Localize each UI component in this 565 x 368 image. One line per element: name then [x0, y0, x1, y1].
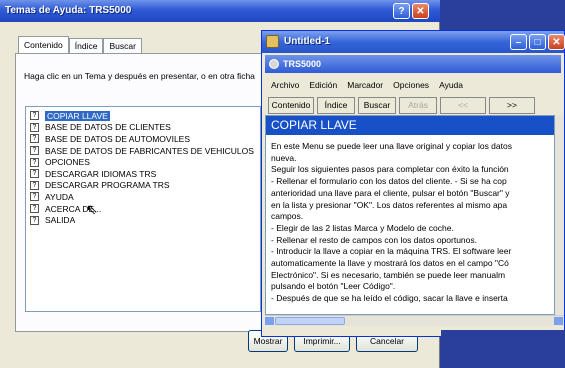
tab-contenido[interactable]: Contenido: [18, 36, 69, 54]
help-topic-icon: ?: [30, 204, 39, 214]
back-button[interactable]: Atrás: [399, 96, 437, 114]
help-content-pane: COPIAR LLAVE En este Menu se puede leer …: [265, 115, 555, 315]
maximize-button[interactable]: □: [529, 34, 546, 50]
content-line: anterioridad una llave para el cliente, …: [271, 187, 510, 198]
content-line: En este Menu se puede leer una llave ori…: [271, 141, 512, 151]
trs-logo-icon: [269, 59, 279, 69]
content-line: en la lista y presionar "OK". Los datos …: [271, 199, 508, 210]
instruction-text: Haga clic en un Tema y después en presen…: [24, 71, 255, 81]
content-line: Electrónico". Si es necesario, también s…: [271, 269, 506, 280]
app-title-bar: TRS5000: [265, 55, 561, 73]
content-line: Seguir los siguientes pasos para complet…: [271, 164, 509, 175]
close-button[interactable]: ✕: [412, 3, 429, 19]
help-topic-icon: ?: [30, 169, 39, 179]
minimize-button[interactable]: –: [510, 34, 527, 50]
topic-label: COPIAR LLAVE: [45, 110, 110, 121]
topic-label: DESCARGAR IDIOMAS TRS: [45, 168, 157, 179]
content-line: automaticamente la llave y mostrará los …: [271, 258, 509, 269]
menu-marcador[interactable]: Marcador: [347, 80, 383, 90]
previous-button[interactable]: <<: [440, 96, 486, 114]
content-line: - Elegir de las 2 listas Marca y Modelo …: [271, 222, 454, 233]
list-item[interactable]: ? BASE DE DATOS DE FABRICANTES DE VEHICUL…: [30, 145, 256, 157]
content-line: nueva.: [271, 152, 297, 163]
scroll-left-arrow-icon[interactable]: [265, 317, 274, 325]
help-topic-icon: ?: [30, 146, 39, 156]
contents-button[interactable]: Contenido: [268, 96, 314, 114]
help-window-title: Temas de Ayuda: TRS5000: [0, 0, 440, 22]
next-button[interactable]: >>: [489, 96, 535, 114]
index-button[interactable]: Índice: [317, 96, 355, 114]
list-item[interactable]: ? COPIAR LLAVE: [30, 110, 256, 122]
help-toolbar: Contenido Índice Buscar Atrás << >>: [265, 95, 561, 115]
list-item[interactable]: ? AYUDA: [30, 191, 256, 203]
vertical-scrollbar[interactable]: [555, 115, 564, 315]
content-title: COPIAR LLAVE: [266, 116, 554, 135]
help-topic-icon: ?: [30, 122, 39, 132]
content-line: pulsando el botón "Leer Código".: [271, 281, 396, 292]
list-item[interactable]: ? BASE DE DATOS DE AUTOMOVILES: [30, 133, 256, 145]
menu-ayuda[interactable]: Ayuda: [439, 80, 463, 90]
mouse-cursor-icon: ⇖: [86, 201, 98, 217]
content-line: - Rellenar el formulario con los datos d…: [271, 176, 507, 187]
topic-list[interactable]: ? COPIAR LLAVE ? BASE DE DATOS DE CLIENTES…: [25, 106, 261, 312]
scroll-right-arrow-icon[interactable]: [554, 317, 563, 325]
list-item[interactable]: ? SALIDA: [30, 214, 256, 226]
content-body: En este Menu se puede leer una llave ori…: [266, 135, 554, 305]
help-question-button[interactable]: ?: [393, 3, 410, 19]
list-item[interactable]: ? DESCARGAR IDIOMAS TRS: [30, 168, 256, 180]
menu-bar: Archivo Edición Marcador Opciones Ayuda: [265, 77, 561, 93]
close-button[interactable]: ✕: [548, 34, 565, 50]
list-item[interactable]: ? DESCARGAR PROGRAMA TRS: [30, 180, 256, 192]
list-item[interactable]: ? ACERCA DE...: [30, 203, 256, 215]
content-line: - Después de que se ha leído el código, …: [271, 293, 508, 304]
content-line: - Rellenar el resto de campos con los da…: [271, 234, 478, 245]
help-topic-icon: ?: [30, 111, 39, 121]
viewer-title-text: Untitled-1: [284, 36, 331, 47]
topic-label: SALIDA: [45, 215, 76, 226]
help-tabs: Contenido Índice Buscar: [18, 36, 142, 54]
help-topic-icon: ?: [30, 215, 39, 225]
content-line: - Introducir la llave a copiar en la máq…: [271, 246, 512, 257]
list-item[interactable]: ? BASE DE DATOS DE CLIENTES: [30, 122, 256, 134]
help-topic-icon: ?: [30, 180, 39, 190]
search-button[interactable]: Buscar: [358, 96, 396, 114]
desktop-background: [441, 330, 565, 368]
menu-edicion[interactable]: Edición: [309, 80, 337, 90]
topic-label: BASE DE DATOS DE AUTOMOVILES: [45, 133, 191, 144]
topic-label: AYUDA: [45, 191, 74, 202]
list-item[interactable]: ? OPCIONES: [30, 156, 256, 168]
tab-indice[interactable]: Índice: [68, 38, 104, 54]
content-line: campos.: [271, 211, 304, 222]
help-topic-icon: ?: [30, 192, 39, 202]
menu-opciones[interactable]: Opciones: [393, 80, 429, 90]
topic-label: OPCIONES: [45, 157, 90, 168]
topic-label: DESCARGAR PROGRAMA TRS: [45, 180, 170, 191]
menu-archivo[interactable]: Archivo: [271, 80, 299, 90]
scrollbar-thumb[interactable]: [275, 317, 345, 325]
help-viewer-window: Untitled-1 – □ ✕ TRS5000 Archivo Edición…: [261, 30, 565, 337]
app-icon: [266, 35, 279, 48]
help-topic-icon: ?: [30, 157, 39, 167]
horizontal-scrollbar[interactable]: [265, 315, 564, 326]
topic-label: BASE DE DATOS DE CLIENTES: [45, 122, 171, 133]
help-topic-icon: ?: [30, 134, 39, 144]
app-title: TRS5000: [283, 59, 322, 69]
topic-label: BASE DE DATOS DE FABRICANTES DE VEHICULO…: [45, 145, 254, 156]
